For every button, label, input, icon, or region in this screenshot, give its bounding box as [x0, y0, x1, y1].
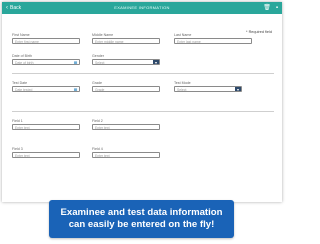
field2-label: Field 2	[92, 119, 103, 123]
last-name-input[interactable]: Enter last name	[174, 38, 252, 44]
dob-field: Date of Birth Date of birth ▦	[12, 54, 80, 65]
grade-field: Grade Grade	[92, 81, 160, 92]
calendar-icon[interactable]: ▦	[73, 88, 78, 92]
first-name-label: First Name	[12, 33, 30, 37]
top-bar: ‹ Back EXAMINEE INFORMATION 🗑 ▪	[2, 2, 282, 14]
test-mode-value: Select	[177, 88, 187, 92]
gender-label: Gender	[92, 54, 104, 58]
test-date-value: Date tested	[15, 88, 33, 92]
test-date-label: Test Date	[12, 81, 28, 85]
form-content: * Required field First Name Enter first …	[12, 14, 274, 202]
dob-label: Date of Birth	[12, 54, 32, 58]
first-name-input[interactable]: Enter first name	[12, 38, 80, 44]
dob-input[interactable]: Date of birth ▦	[12, 59, 80, 65]
header-actions: 🗑 ▪	[263, 4, 278, 12]
callout-line-2: can easily be entered on the fly!	[68, 219, 215, 230]
page-title: EXAMINEE INFORMATION	[114, 5, 170, 10]
promo-callout: Examinee and test data information can e…	[49, 200, 234, 238]
middle-name-input[interactable]: Enter middle name	[92, 38, 160, 44]
gender-value: Select	[95, 61, 105, 65]
app-window: ‹ Back EXAMINEE INFORMATION 🗑 ▪ * Requir…	[2, 2, 282, 202]
test-mode-select[interactable]: Select ▾	[174, 86, 242, 92]
last-name-label: Last Name	[174, 33, 192, 37]
middle-name-label: Middle Name	[92, 33, 114, 37]
field1-field: Field 1 Enter text	[12, 119, 80, 130]
field1-label: Field 1	[12, 119, 23, 123]
field3-label: Field 3	[12, 147, 23, 151]
field2-field: Field 2 Enter text	[92, 119, 160, 130]
first-name-field: First Name Enter first name	[12, 33, 80, 44]
trash-icon[interactable]: 🗑	[263, 5, 271, 12]
grade-input[interactable]: Grade	[92, 86, 160, 92]
field4-field: Field 4 Enter text	[92, 147, 160, 158]
field4-input[interactable]: Enter text	[92, 152, 160, 158]
save-icon[interactable]: ▪	[276, 5, 278, 12]
last-name-field: Last Name Enter last name	[174, 33, 252, 44]
section-divider	[12, 111, 274, 112]
chevron-down-icon[interactable]: ▾	[153, 60, 159, 64]
test-date-input[interactable]: Date tested ▦	[12, 86, 80, 92]
calendar-icon[interactable]: ▦	[73, 61, 78, 65]
grade-label: Grade	[92, 81, 102, 85]
chevron-down-icon[interactable]: ▾	[235, 87, 241, 91]
field4-label: Field 4	[92, 147, 103, 151]
test-mode-label: Test Mode	[174, 81, 191, 85]
gender-field: Gender Select ▾	[92, 54, 160, 65]
middle-name-field: Middle Name Enter middle name	[92, 33, 160, 44]
field2-input[interactable]: Enter text	[92, 124, 160, 130]
dob-value: Date of birth	[15, 61, 34, 65]
field3-input[interactable]: Enter text	[12, 152, 80, 158]
field1-input[interactable]: Enter text	[12, 124, 80, 130]
gender-select[interactable]: Select ▾	[92, 59, 160, 65]
section-divider	[12, 73, 274, 74]
test-date-field: Test Date Date tested ▦	[12, 81, 80, 92]
callout-line-1: Examinee and test data information	[60, 207, 223, 218]
field3-field: Field 3 Enter text	[12, 147, 80, 158]
test-mode-field: Test Mode Select ▾	[174, 81, 242, 92]
